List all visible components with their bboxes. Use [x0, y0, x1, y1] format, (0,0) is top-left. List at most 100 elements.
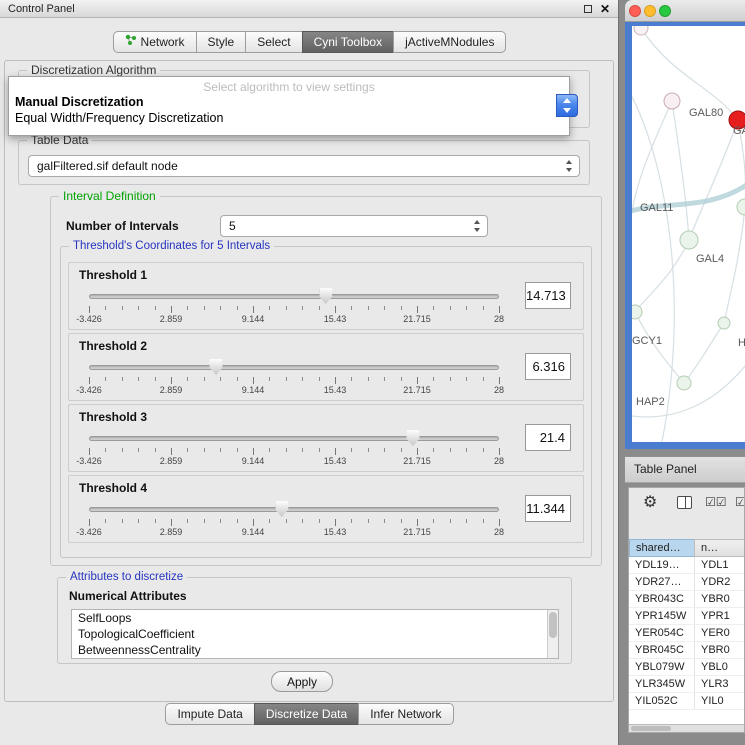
scrollbar-thumb[interactable] — [549, 612, 557, 638]
close-icon[interactable]: ✕ — [600, 0, 610, 18]
slider-track[interactable] — [89, 365, 499, 370]
table-body[interactable]: YDL19…YDL1YDR27…YDR2YBR043CYBR0YPR145WYP… — [629, 557, 745, 724]
list-item-selfloops[interactable]: SelfLoops — [72, 610, 558, 626]
table-row[interactable]: YPR145WYPR1 — [629, 608, 745, 625]
scale-label: 28 — [494, 527, 504, 537]
slider-thumb[interactable] — [275, 501, 288, 517]
threshold-value-field[interactable]: 14.713 — [525, 282, 571, 309]
threshold-1-slider[interactable]: -3.4262.8599.14415.4321.71528 — [81, 285, 507, 329]
scale-label: 2.859 — [160, 527, 183, 537]
slider-thumb[interactable] — [210, 359, 223, 375]
cell-name[interactable]: YER0 — [695, 625, 745, 641]
table-row[interactable]: YIL052CYIL0 — [629, 693, 745, 710]
table-row[interactable]: YER054CYER0 — [629, 625, 745, 642]
scrollbar-thumb[interactable] — [631, 726, 671, 731]
node-table-window: ⚙ ☑☑ ☑☑ shared… n… YDL19…YDL1YDR27…YDR2Y… — [628, 487, 745, 733]
group-title: Attributes to discretize — [66, 570, 187, 585]
node-label-gcy1: GCY1 — [632, 335, 662, 347]
cell-shared-name[interactable]: YDL19… — [629, 557, 695, 573]
slider-thumb[interactable] — [319, 288, 332, 304]
zoom-traffic-light-icon[interactable] — [659, 5, 671, 17]
scrollbar[interactable] — [547, 610, 558, 658]
threshold-label: Threshold 4 — [79, 481, 147, 495]
cell-name[interactable]: YIL0 — [695, 693, 745, 709]
cell-name[interactable]: YBL0 — [695, 659, 745, 675]
tab-infer-network[interactable]: Infer Network — [358, 703, 453, 725]
list-item-betweennesscentrality[interactable]: BetweennessCentrality — [72, 642, 558, 658]
network-node[interactable] — [737, 199, 745, 215]
threshold-value-field[interactable]: 11.344 — [525, 495, 571, 522]
cell-name[interactable]: YBR0 — [695, 642, 745, 658]
top-tab-bar: NetworkStyleSelectCyni ToolboxjActiveMNo… — [0, 31, 619, 53]
threshold-2-slider[interactable]: -3.4262.8599.14415.4321.71528 — [81, 356, 507, 400]
apply-button[interactable]: Apply — [271, 671, 333, 692]
cell-shared-name[interactable]: YPR145W — [629, 608, 695, 624]
cell-name[interactable]: YDR2 — [695, 574, 745, 590]
slider-track[interactable] — [89, 507, 499, 512]
cell-shared-name[interactable]: YBR045C — [629, 642, 695, 658]
scale-label: 2.859 — [160, 456, 183, 466]
node-label-partial: GA — [733, 125, 745, 137]
dropdown-item-manual-discretization[interactable]: Manual Discretization — [9, 94, 569, 110]
threshold-2-panel: Threshold 2 -3.4262.8599.14415.4321.7152… — [68, 333, 584, 401]
scale-label: 15.43 — [324, 527, 347, 537]
gear-icon[interactable]: ⚙ — [643, 492, 657, 512]
cell-shared-name[interactable]: YBR043C — [629, 591, 695, 607]
network-node-gal4[interactable] — [680, 231, 698, 249]
close-traffic-light-icon[interactable] — [629, 5, 641, 17]
table-row[interactable]: YLR345WYLR3 — [629, 676, 745, 693]
column-header-shared[interactable]: shared… — [629, 539, 695, 557]
number-of-intervals-select[interactable]: 5 — [220, 215, 488, 237]
network-node[interactable] — [718, 317, 730, 329]
cell-shared-name[interactable]: YLR345W — [629, 676, 695, 692]
table-row[interactable]: YDL19…YDL1 — [629, 557, 745, 574]
network-canvas[interactable]: GAL80 GAL11 GAL4 GCY1 HAP2 GA HA — [632, 26, 745, 442]
network-node-gcy1[interactable] — [632, 305, 642, 319]
threshold-value-field[interactable]: 21.4 — [525, 424, 571, 451]
cell-name[interactable]: YBR0 — [695, 591, 745, 607]
slider-track[interactable] — [89, 436, 499, 441]
slider-track[interactable] — [89, 294, 499, 299]
list-item-topologicalcoefficient[interactable]: TopologicalCoefficient — [72, 626, 558, 642]
cell-shared-name[interactable]: YDR27… — [629, 574, 695, 590]
algorithm-select-stepper-icon[interactable] — [556, 94, 578, 117]
tab-select[interactable]: Select — [245, 31, 302, 53]
tab-style[interactable]: Style — [196, 31, 247, 53]
cell-name[interactable]: YDL1 — [695, 557, 745, 573]
threshold-4-slider[interactable]: -3.4262.8599.14415.4321.71528 — [81, 498, 507, 542]
tab-discretize-data[interactable]: Discretize Data — [254, 703, 359, 725]
scale-label: 9.144 — [242, 314, 265, 324]
cell-name[interactable]: YLR3 — [695, 676, 745, 692]
network-node-hap2[interactable] — [677, 376, 691, 390]
column-header-name[interactable]: n… — [694, 539, 745, 557]
table-row[interactable]: YDR27…YDR2 — [629, 574, 745, 591]
cell-shared-name[interactable]: YER054C — [629, 625, 695, 641]
slider-thumb[interactable] — [406, 430, 419, 446]
numerical-attributes-list[interactable]: SelfLoopsTopologicalCoefficientBetweenne… — [71, 609, 559, 659]
dropdown-item-equal-width-frequency[interactable]: Equal Width/Frequency Discretization — [9, 110, 569, 126]
columns-icon[interactable] — [677, 496, 692, 509]
checkbox-icons[interactable]: ☑☑ — [705, 495, 727, 509]
float-window-icon[interactable] — [584, 5, 592, 13]
horizontal-scrollbar[interactable] — [629, 724, 744, 732]
table-data-value: galFiltered.sif default node — [37, 156, 178, 177]
table-row[interactable]: YBR045CYBR0 — [629, 642, 745, 659]
tab-cyni-toolbox[interactable]: Cyni Toolbox — [302, 31, 394, 53]
tab-jactivemnodules[interactable]: jActiveMNodules — [393, 31, 506, 53]
threshold-3-slider[interactable]: -3.4262.8599.14415.4321.71528 — [81, 427, 507, 471]
group-title: Interval Definition — [59, 189, 160, 204]
checkbox-icons-clipped[interactable]: ☑☑ — [735, 495, 745, 509]
cell-shared-name[interactable]: YIL052C — [629, 693, 695, 709]
table-row[interactable]: YBR043CYBR0 — [629, 591, 745, 608]
tab-network[interactable]: Network — [113, 31, 197, 53]
minimize-traffic-light-icon[interactable] — [644, 5, 656, 17]
dropdown-hint: Select algorithm to view settings — [9, 77, 569, 94]
network-node[interactable] — [634, 26, 648, 35]
cell-shared-name[interactable]: YBL079W — [629, 659, 695, 675]
tab-impute-data[interactable]: Impute Data — [165, 703, 254, 725]
threshold-value-field[interactable]: 6.316 — [525, 353, 571, 380]
table-data-select[interactable]: galFiltered.sif default node — [28, 155, 580, 177]
network-node-gal80[interactable] — [664, 93, 680, 109]
cell-name[interactable]: YPR1 — [695, 608, 745, 624]
table-row[interactable]: YBL079WYBL0 — [629, 659, 745, 676]
